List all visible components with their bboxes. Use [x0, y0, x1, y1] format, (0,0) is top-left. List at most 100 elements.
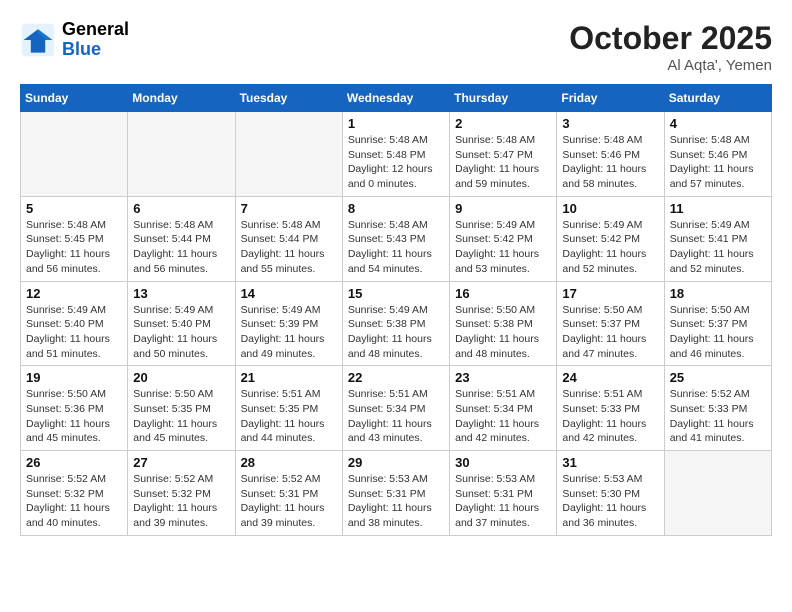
day-number: 6 — [133, 201, 229, 216]
day-number: 10 — [562, 201, 658, 216]
calendar-cell: 20Sunrise: 5:50 AMSunset: 5:35 PMDayligh… — [128, 366, 235, 451]
day-info: Sunrise: 5:48 AMSunset: 5:44 PMDaylight:… — [133, 218, 229, 277]
day-number: 7 — [241, 201, 337, 216]
day-info: Sunrise: 5:51 AMSunset: 5:34 PMDaylight:… — [348, 387, 444, 446]
calendar-cell: 27Sunrise: 5:52 AMSunset: 5:32 PMDayligh… — [128, 451, 235, 536]
day-info: Sunrise: 5:52 AMSunset: 5:33 PMDaylight:… — [670, 387, 766, 446]
calendar-cell: 25 Sunrise: 5:52 AMSunset: 5:33 PMDayligh… — [664, 366, 771, 451]
day-info: Sunrise: 5:50 AMSunset: 5:38 PMDaylight:… — [455, 303, 551, 362]
day-number: 22 — [348, 370, 444, 385]
day-number: 21 — [241, 370, 337, 385]
day-number: 27 — [133, 455, 229, 470]
day-number: 23 — [455, 370, 551, 385]
page-header: General Blue October 2025 Al Aqta', Yeme… — [20, 20, 772, 74]
calendar-cell: 11 Sunrise: 5:49 AMSunset: 5:41 PMDayligh… — [664, 196, 771, 281]
weekday-header-sunday: Sunday — [21, 85, 128, 112]
calendar-cell: 31 Sunrise: 5:53 AMSunset: 5:30 PMDayligh… — [557, 451, 664, 536]
day-number: 14 — [241, 286, 337, 301]
day-number: 5 — [26, 201, 122, 216]
day-number: 16 — [455, 286, 551, 301]
calendar-cell: 1 Sunrise: 5:48 AMSunset: 5:48 PMDaylight… — [342, 112, 449, 197]
logo-blue: Blue — [62, 40, 129, 60]
day-info: Sunrise: 5:49 AMSunset: 5:38 PMDaylight:… — [348, 303, 444, 362]
calendar-cell: 19 Sunrise: 5:50 AMSunset: 5:36 PMDayligh… — [21, 366, 128, 451]
day-info: Sunrise: 5:50 AMSunset: 5:37 PMDaylight:… — [670, 303, 766, 362]
calendar-cell — [235, 112, 342, 197]
day-info: Sunrise: 5:50 AMSunset: 5:36 PMDaylight:… — [26, 387, 122, 446]
day-info: Sunrise: 5:48 AMSunset: 5:46 PMDaylight:… — [562, 133, 658, 192]
day-number: 17 — [562, 286, 658, 301]
day-info: Sunrise: 5:49 AMSunset: 5:42 PMDaylight:… — [455, 218, 551, 277]
day-info: Sunrise: 5:49 AMSunset: 5:41 PMDaylight:… — [670, 218, 766, 277]
day-number: 18 — [670, 286, 766, 301]
day-number: 31 — [562, 455, 658, 470]
calendar-cell: 29Sunrise: 5:53 AMSunset: 5:31 PMDayligh… — [342, 451, 449, 536]
calendar-cell: 4Sunrise: 5:48 AMSunset: 5:46 PMDaylight… — [664, 112, 771, 197]
calendar-cell: 3 Sunrise: 5:48 AMSunset: 5:46 PMDaylight… — [557, 112, 664, 197]
calendar-cell: 17Sunrise: 5:50 AMSunset: 5:37 PMDayligh… — [557, 281, 664, 366]
day-number: 2 — [455, 116, 551, 131]
day-info: Sunrise: 5:52 AMSunset: 5:31 PMDaylight:… — [241, 472, 337, 531]
calendar-cell — [664, 451, 771, 536]
calendar-cell — [21, 112, 128, 197]
calendar-cell: 15 Sunrise: 5:49 AMSunset: 5:38 PMDayligh… — [342, 281, 449, 366]
logo: General Blue — [20, 20, 129, 60]
day-number: 8 — [348, 201, 444, 216]
day-number: 11 — [670, 201, 766, 216]
day-number: 12 — [26, 286, 122, 301]
title-block: October 2025 Al Aqta', Yemen — [569, 20, 772, 74]
day-info: Sunrise: 5:51 AMSunset: 5:34 PMDaylight:… — [455, 387, 551, 446]
weekday-header-thursday: Thursday — [450, 85, 557, 112]
calendar-cell: 26Sunrise: 5:52 AMSunset: 5:32 PMDayligh… — [21, 451, 128, 536]
calendar: SundayMondayTuesdayWednesdayThursdayFrid… — [20, 84, 772, 536]
day-number: 19 — [26, 370, 122, 385]
day-number: 1 — [348, 116, 444, 131]
day-number: 20 — [133, 370, 229, 385]
day-info: Sunrise: 5:48 AMSunset: 5:46 PMDaylight:… — [670, 133, 766, 192]
day-info: Sunrise: 5:53 AMSunset: 5:30 PMDaylight:… — [562, 472, 658, 531]
day-number: 28 — [241, 455, 337, 470]
day-number: 29 — [348, 455, 444, 470]
day-info: Sunrise: 5:48 AMSunset: 5:48 PMDaylight:… — [348, 133, 444, 192]
day-info: Sunrise: 5:49 AMSunset: 5:40 PMDaylight:… — [26, 303, 122, 362]
weekday-header-row: SundayMondayTuesdayWednesdayThursdayFrid… — [21, 85, 772, 112]
day-number: 24 — [562, 370, 658, 385]
month-title: October 2025 — [569, 20, 772, 57]
day-info: Sunrise: 5:49 AMSunset: 5:42 PMDaylight:… — [562, 218, 658, 277]
weekday-header-friday: Friday — [557, 85, 664, 112]
calendar-cell: 28 Sunrise: 5:52 AMSunset: 5:31 PMDayligh… — [235, 451, 342, 536]
calendar-cell: 12 Sunrise: 5:49 AMSunset: 5:40 PMDayligh… — [21, 281, 128, 366]
calendar-cell: 23 Sunrise: 5:51 AMSunset: 5:34 PMDayligh… — [450, 366, 557, 451]
calendar-cell: 18 Sunrise: 5:50 AMSunset: 5:37 PMDayligh… — [664, 281, 771, 366]
weekday-header-tuesday: Tuesday — [235, 85, 342, 112]
calendar-cell: 30 Sunrise: 5:53 AMSunset: 5:31 PMDayligh… — [450, 451, 557, 536]
calendar-cell: 13Sunrise: 5:49 AMSunset: 5:40 PMDayligh… — [128, 281, 235, 366]
day-info: Sunrise: 5:52 AMSunset: 5:32 PMDaylight:… — [26, 472, 122, 531]
week-row-3: 12 Sunrise: 5:49 AMSunset: 5:40 PMDayligh… — [21, 281, 772, 366]
logo-icon — [20, 22, 56, 58]
calendar-cell: 6 Sunrise: 5:48 AMSunset: 5:44 PMDaylight… — [128, 196, 235, 281]
day-info: Sunrise: 5:49 AMSunset: 5:40 PMDaylight:… — [133, 303, 229, 362]
calendar-cell: 2 Sunrise: 5:48 AMSunset: 5:47 PMDaylight… — [450, 112, 557, 197]
day-number: 9 — [455, 201, 551, 216]
calendar-cell: 10 Sunrise: 5:49 AMSunset: 5:42 PMDayligh… — [557, 196, 664, 281]
calendar-cell: 16 Sunrise: 5:50 AMSunset: 5:38 PMDayligh… — [450, 281, 557, 366]
day-info: Sunrise: 5:51 AMSunset: 5:35 PMDaylight:… — [241, 387, 337, 446]
calendar-cell: 9 Sunrise: 5:49 AMSunset: 5:42 PMDaylight… — [450, 196, 557, 281]
logo-general: General — [62, 20, 129, 40]
day-info: Sunrise: 5:49 AMSunset: 5:39 PMDaylight:… — [241, 303, 337, 362]
calendar-cell: 5 Sunrise: 5:48 AMSunset: 5:45 PMDaylight… — [21, 196, 128, 281]
weekday-header-saturday: Saturday — [664, 85, 771, 112]
day-number: 25 — [670, 370, 766, 385]
calendar-cell: 21 Sunrise: 5:51 AMSunset: 5:35 PMDayligh… — [235, 366, 342, 451]
day-info: Sunrise: 5:48 AMSunset: 5:47 PMDaylight:… — [455, 133, 551, 192]
week-row-4: 19 Sunrise: 5:50 AMSunset: 5:36 PMDayligh… — [21, 366, 772, 451]
day-info: Sunrise: 5:51 AMSunset: 5:33 PMDaylight:… — [562, 387, 658, 446]
day-info: Sunrise: 5:53 AMSunset: 5:31 PMDaylight:… — [455, 472, 551, 531]
day-number: 15 — [348, 286, 444, 301]
week-row-2: 5 Sunrise: 5:48 AMSunset: 5:45 PMDaylight… — [21, 196, 772, 281]
day-number: 30 — [455, 455, 551, 470]
day-info: Sunrise: 5:48 AMSunset: 5:45 PMDaylight:… — [26, 218, 122, 277]
day-number: 3 — [562, 116, 658, 131]
logo-text: General Blue — [62, 20, 129, 60]
